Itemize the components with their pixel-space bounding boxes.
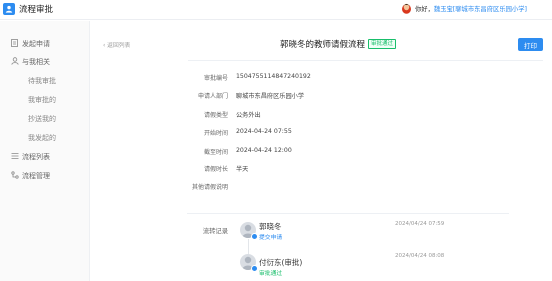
sidebar-item-apply[interactable]: 发起申请 bbox=[11, 39, 50, 49]
user-org: [聊城市东昌府区乐园小学] bbox=[452, 6, 527, 13]
branch-icon bbox=[11, 171, 19, 179]
sidebar-item-process-list[interactable]: 流程列表 bbox=[11, 152, 50, 162]
log-action: 提交申请 bbox=[259, 235, 283, 241]
field-value-approval-no: 1504755114847240192 bbox=[236, 73, 311, 80]
page-title: 郭晓冬的教师请假流程 bbox=[280, 40, 366, 50]
section-divider bbox=[187, 213, 509, 214]
top-bar: 流程审批 你好，魏玉宝[聊城市东昌府区乐园小学] bbox=[0, 0, 552, 20]
log-person-name: 付衍东(审批) bbox=[259, 258, 303, 267]
app-logo-icon bbox=[3, 3, 15, 15]
header-divider bbox=[188, 60, 543, 61]
sidebar-item-cc-me[interactable]: 抄送我的 bbox=[28, 114, 56, 124]
field-value-leave-type: 公务外出 bbox=[236, 112, 261, 119]
user-icon bbox=[11, 57, 19, 65]
list-icon bbox=[11, 153, 19, 159]
sidebar-item-process-manage[interactable]: 流程管理 bbox=[11, 171, 50, 181]
greeting-prefix: 你好， bbox=[415, 6, 434, 13]
back-to-list-link[interactable]: ‹ 返回列表 bbox=[103, 40, 130, 49]
field-label-department: 申请人部门 bbox=[197, 93, 228, 100]
status-badge: 审批通过 bbox=[368, 39, 397, 49]
sidebar-item-label: 发起申请 bbox=[22, 40, 50, 48]
sidebar-item-label: 流程管理 bbox=[22, 172, 50, 180]
field-value-department: 聊城市东昌府区乐园小学 bbox=[236, 93, 305, 100]
sidebar-item-label: 与我相关 bbox=[22, 58, 50, 66]
field-label-start-time: 开始时间 bbox=[203, 130, 228, 137]
field-label-duration: 请假时长 bbox=[203, 166, 228, 173]
app-title: 流程审批 bbox=[19, 5, 54, 15]
user-greeting[interactable]: 你好，魏玉宝[聊城市东昌府区乐园小学] bbox=[415, 4, 527, 13]
field-label-leave-type: 请假类型 bbox=[203, 112, 228, 119]
log-time: 2024/04/24 08:08 bbox=[395, 253, 445, 259]
sidebar-item-related[interactable]: 与我相关 bbox=[11, 57, 50, 67]
sidebar-item-initiated[interactable]: 我发起的 bbox=[28, 133, 56, 143]
edit-icon bbox=[11, 39, 18, 47]
flow-log-label: 流转记录 bbox=[202, 228, 228, 235]
user-name: 魏玉宝 bbox=[433, 6, 453, 13]
sidebar-item-approved-by-me[interactable]: 我审批的 bbox=[28, 95, 56, 105]
log-person-name: 郭晓冬 bbox=[259, 222, 282, 231]
field-label-end-time: 截至时间 bbox=[203, 149, 228, 156]
sidebar-item-pending[interactable]: 待我审批 bbox=[28, 76, 56, 86]
step-status-icon bbox=[251, 265, 258, 272]
user-avatar[interactable] bbox=[401, 2, 412, 14]
field-value-start-time: 2024-04-24 07:55 bbox=[236, 128, 292, 135]
sidebar: 发起申请 与我相关 待我审批 我审批的 抄送我的 我发起的 流程列表 流程管理 bbox=[0, 21, 90, 281]
field-value-duration: 半天 bbox=[236, 166, 249, 173]
sidebar-item-label: 流程列表 bbox=[22, 153, 50, 161]
log-action: 审批通过 bbox=[259, 271, 283, 277]
step-status-icon bbox=[251, 233, 258, 240]
field-label-approval-no: 审批编号 bbox=[203, 75, 228, 82]
print-button[interactable]: 打印 bbox=[518, 38, 543, 51]
main-content: ‹ 返回列表 郭晓冬的教师请假流程 审批通过 打印 审批编号 150475511… bbox=[93, 21, 552, 281]
log-time: 2024/04/24 07:59 bbox=[395, 221, 445, 227]
field-label-other-notes: 其他请假说明 bbox=[191, 184, 228, 191]
field-value-end-time: 2024-04-24 12:00 bbox=[236, 147, 292, 154]
